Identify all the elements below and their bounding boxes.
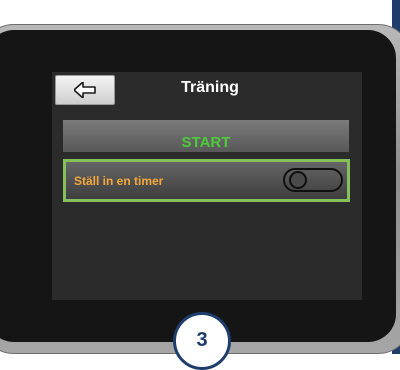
timer-toggle[interactable] bbox=[283, 168, 343, 192]
toggle-knob bbox=[289, 171, 307, 189]
timer-setting-row[interactable]: Ställ in en timer bbox=[63, 159, 350, 202]
page-title: Träning bbox=[181, 79, 239, 96]
step-number-badge: 3 bbox=[173, 312, 231, 370]
timer-label: Ställ in en timer bbox=[74, 174, 164, 188]
start-button[interactable]: START bbox=[63, 120, 349, 152]
arrow-left-icon bbox=[74, 82, 96, 98]
back-button[interactable] bbox=[55, 75, 115, 105]
